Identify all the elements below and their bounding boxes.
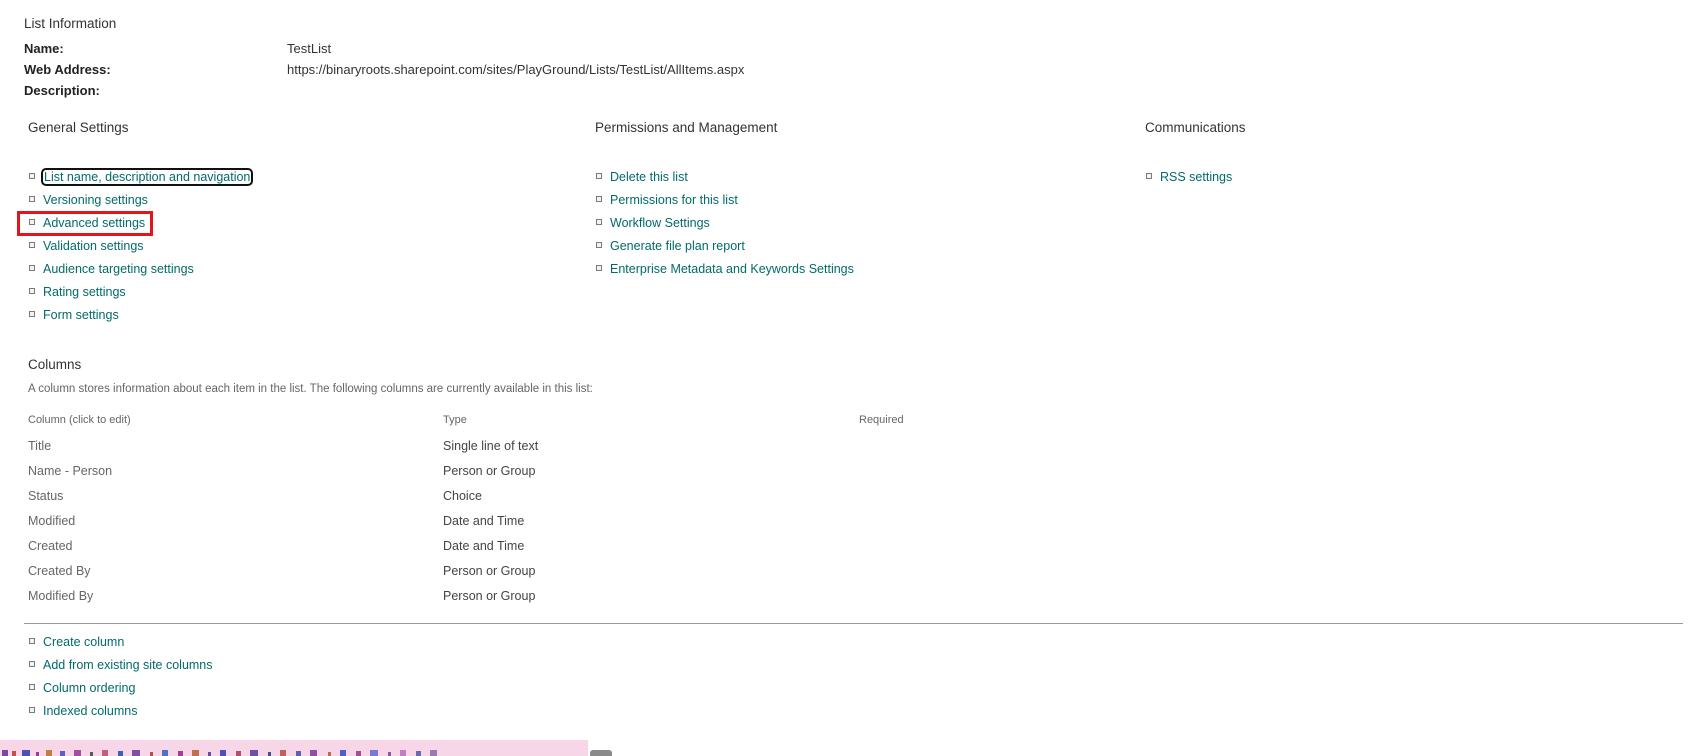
bullet-icon <box>29 288 35 294</box>
column-row-name[interactable]: Name - Person <box>28 464 112 478</box>
column-row-type: Person or Group <box>443 464 536 478</box>
list-name-description-navigation-link[interactable]: List name, description and navigation <box>29 168 254 186</box>
link-label: Enterprise Metadata and Keywords Setting… <box>610 262 854 276</box>
columns-description: A column stores information about each i… <box>28 383 593 395</box>
rating-settings-link[interactable]: Rating settings <box>29 285 126 299</box>
bullet-icon <box>29 661 35 667</box>
bullet-icon <box>596 242 602 248</box>
web-address-label: Web Address: <box>24 62 111 77</box>
bottom-scroll-tab <box>590 750 612 756</box>
column-row-type: Date and Time <box>443 539 525 553</box>
bullet-icon <box>29 265 35 271</box>
link-label: Validation settings <box>43 239 144 253</box>
bullet-icon <box>596 196 602 202</box>
column-row-name[interactable]: Created <box>28 539 72 553</box>
column-row-name[interactable]: Created By <box>28 564 91 578</box>
bullet-icon <box>596 219 602 225</box>
permissions-management-title: Permissions and Management <box>595 120 778 135</box>
column-ordering-link[interactable]: Column ordering <box>29 681 135 695</box>
link-label: Generate file plan report <box>610 239 745 253</box>
bullet-icon <box>29 196 35 202</box>
description-label: Description: <box>24 83 100 98</box>
bullet-icon <box>29 311 35 317</box>
link-label: Create column <box>43 635 125 649</box>
bullet-icon <box>596 173 602 179</box>
validation-settings-link[interactable]: Validation settings <box>29 239 144 253</box>
form-settings-link[interactable]: Form settings <box>29 308 119 322</box>
link-label: Delete this list <box>610 170 688 184</box>
columns-title: Columns <box>28 357 82 372</box>
name-label: Name: <box>24 41 64 56</box>
link-label: RSS settings <box>1160 170 1233 184</box>
column-row-name[interactable]: Modified By <box>28 589 93 603</box>
column-row-type: Person or Group <box>443 589 536 603</box>
link-label: Form settings <box>43 308 119 322</box>
bullet-icon <box>29 242 35 248</box>
add-from-existing-site-columns-link[interactable]: Add from existing site columns <box>29 658 213 672</box>
audience-targeting-settings-link[interactable]: Audience targeting settings <box>29 262 194 276</box>
generate-file-plan-report-link[interactable]: Generate file plan report <box>596 239 745 253</box>
link-label: Rating settings <box>43 285 126 299</box>
bullet-icon <box>1146 173 1152 179</box>
link-label: Indexed columns <box>43 704 138 718</box>
link-label: Add from existing site columns <box>43 658 213 672</box>
bullet-icon <box>29 173 35 179</box>
versioning-settings-link[interactable]: Versioning settings <box>29 193 148 207</box>
link-label: Audience targeting settings <box>43 262 194 276</box>
communications-title: Communications <box>1145 120 1246 135</box>
permissions-for-list-link[interactable]: Permissions for this list <box>596 193 738 207</box>
bullet-icon <box>29 638 35 644</box>
enterprise-metadata-keywords-settings-link[interactable]: Enterprise Metadata and Keywords Setting… <box>596 262 854 276</box>
bullet-icon <box>29 219 35 225</box>
link-label: Advanced settings <box>43 216 146 230</box>
general-settings-title: General Settings <box>28 120 129 135</box>
rss-settings-link[interactable]: RSS settings <box>1146 170 1232 184</box>
create-column-link[interactable]: Create column <box>29 635 124 649</box>
advanced-settings-link[interactable]: Advanced settings <box>29 216 145 230</box>
column-header-name: Column (click to edit) <box>28 414 131 426</box>
bullet-icon <box>29 707 35 713</box>
link-label: Permissions for this list <box>610 193 738 207</box>
column-row-name[interactable]: Modified <box>28 514 75 528</box>
render-noise-icon <box>2 750 437 756</box>
bullet-icon <box>596 265 602 271</box>
bullet-icon <box>29 684 35 690</box>
link-label: Column ordering <box>43 681 136 695</box>
name-value: TestList <box>287 41 332 56</box>
column-row-name[interactable]: Status <box>28 489 63 503</box>
link-label: Versioning settings <box>43 193 148 207</box>
delete-list-link[interactable]: Delete this list <box>596 170 688 184</box>
web-address-value: https://binaryroots.sharepoint.com/sites… <box>287 62 745 77</box>
bottom-render-artifact-strip <box>0 740 588 756</box>
indexed-columns-link[interactable]: Indexed columns <box>29 704 138 718</box>
link-label: Workflow Settings <box>610 216 710 230</box>
column-row-type: Single line of text <box>443 439 539 453</box>
workflow-settings-link[interactable]: Workflow Settings <box>596 216 710 230</box>
column-header-required: Required <box>859 414 904 426</box>
column-header-type: Type <box>443 414 467 426</box>
column-row-name[interactable]: Title <box>28 439 51 453</box>
list-information-title: List Information <box>24 16 117 31</box>
column-row-type: Choice <box>443 489 482 503</box>
columns-divider <box>24 623 1683 624</box>
column-row-type: Date and Time <box>443 514 525 528</box>
column-row-type: Person or Group <box>443 564 536 578</box>
link-label: List name, description and navigation <box>40 168 254 186</box>
